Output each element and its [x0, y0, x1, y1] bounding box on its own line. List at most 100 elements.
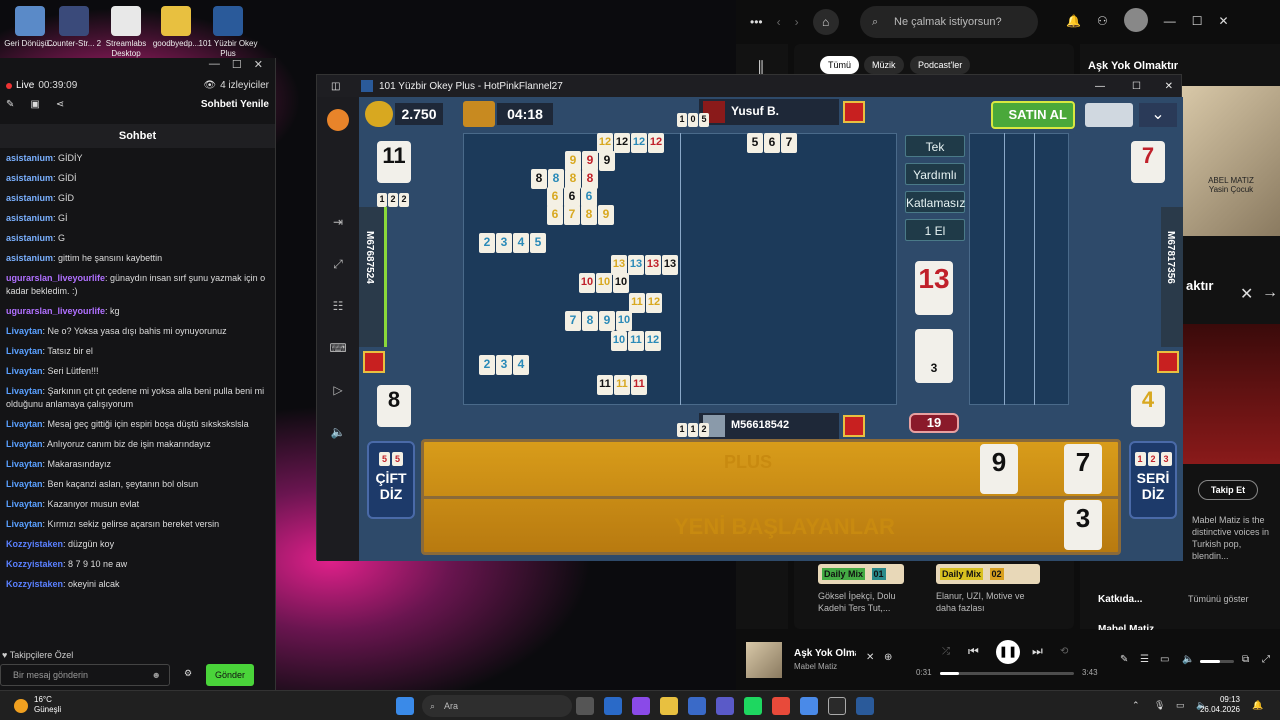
chat-username[interactable]: Livaytan: [6, 326, 43, 336]
home-button[interactable]: ⌂: [812, 9, 839, 35]
fullscreen-icon[interactable]: ⤢: [1262, 654, 1270, 665]
weather-widget[interactable]: 16°C Güneşli: [34, 695, 61, 715]
maximize-icon[interactable]: ☐: [1192, 14, 1203, 32]
desktop-icon[interactable]: goodbyedp...: [146, 6, 206, 49]
chevron-down-icon[interactable]: ⌄: [1139, 103, 1177, 127]
close-icon[interactable]: ✕: [1218, 14, 1228, 32]
desktop-icon[interactable]: 101 Yüzbir Okey Plus: [198, 6, 258, 59]
repeat-icon[interactable]: ⟲: [1060, 646, 1068, 657]
ticket-button[interactable]: [1085, 103, 1133, 127]
close-icon[interactable]: ✕: [866, 652, 874, 663]
show-all-link[interactable]: Tümünü göster: [1188, 594, 1249, 604]
chat-username[interactable]: Livaytan: [6, 499, 43, 509]
track-title[interactable]: Aşk Yok Olmak: [794, 648, 856, 659]
minimize-icon[interactable]: —: [1095, 81, 1105, 92]
chat-username[interactable]: asistanium: [6, 153, 53, 163]
close-icon[interactable]: ✕: [1165, 81, 1173, 92]
maximize-icon[interactable]: ☐: [232, 58, 242, 76]
notification-icon[interactable]: 🔔: [1252, 700, 1263, 711]
sliders-icon[interactable]: ☷: [317, 285, 359, 327]
profile-icon[interactable]: [327, 109, 349, 131]
search-input[interactable]: ⌕ Ne çalmak istiyorsun?: [860, 6, 1038, 38]
clipboard-icon[interactable]: ▣: [30, 99, 39, 110]
device-icon[interactable]: ▭: [1160, 654, 1169, 665]
buy-button[interactable]: SATIN AL: [991, 101, 1075, 129]
maximize-icon[interactable]: ☐: [1132, 81, 1141, 92]
keyboard-icon[interactable]: ⌨: [317, 327, 359, 369]
send-button[interactable]: Gönder: [206, 664, 254, 686]
weather-icon[interactable]: [14, 699, 28, 713]
forward-icon[interactable]: ›: [795, 15, 799, 29]
chat-username[interactable]: Livaytan: [6, 479, 43, 489]
volume-icon[interactable]: 🔈: [1182, 654, 1194, 665]
chat-username[interactable]: asistanium: [6, 253, 53, 263]
taskbar-search[interactable]: ⌕ Ara: [422, 695, 572, 717]
shuffle-icon[interactable]: ⤮: [942, 646, 950, 657]
daily-mix-2[interactable]: Daily Mix 02 Elanur, UZI, Motive ve daha…: [936, 564, 1046, 624]
avatar[interactable]: [1123, 8, 1148, 32]
tab-all[interactable]: Tümü: [820, 56, 860, 74]
miniplayer-icon[interactable]: ⧉: [1242, 654, 1249, 665]
back-icon[interactable]: ‹: [777, 15, 781, 29]
chat-username[interactable]: Kozzyistaken: [6, 579, 63, 589]
lyrics-icon[interactable]: ✎: [1120, 654, 1128, 665]
spotify-icon[interactable]: [744, 697, 762, 715]
chat-username[interactable]: Kozzyistaken: [6, 559, 63, 569]
task-view-icon[interactable]: [576, 697, 594, 715]
settings-icon[interactable]: ⚙: [184, 668, 192, 679]
share-icon[interactable]: ⋖: [56, 99, 64, 110]
chat-username[interactable]: asistanium: [6, 193, 53, 203]
network-icon[interactable]: ▭: [1176, 700, 1185, 711]
tab-podcasts[interactable]: Podcast'ler: [910, 56, 971, 74]
chrome-icon[interactable]: [772, 697, 790, 715]
explorer-icon[interactable]: [660, 697, 678, 715]
chat-username[interactable]: ugurarslan_liveyourlife: [6, 273, 105, 283]
chat-username[interactable]: Livaytan: [6, 439, 43, 449]
app-icon[interactable]: [800, 697, 818, 715]
chat-username[interactable]: ugurarslan_liveyourlife: [6, 306, 105, 316]
streamlabs-icon[interactable]: [828, 697, 846, 715]
gift-icon[interactable]: [363, 351, 385, 373]
chat-username[interactable]: Livaytan: [6, 366, 43, 376]
volume-icon[interactable]: 🔈: [317, 411, 359, 453]
queue-icon[interactable]: ☰: [1140, 654, 1149, 665]
chat-username[interactable]: asistanium: [6, 173, 53, 183]
tab-music[interactable]: Müzik: [864, 56, 904, 74]
sidebar-toggle-icon[interactable]: ◫: [331, 81, 340, 92]
progress-bar[interactable]: [940, 672, 1074, 675]
add-icon[interactable]: ⊕: [884, 652, 892, 663]
close-icon[interactable]: ✕: [1240, 284, 1253, 304]
track-artist[interactable]: Mabel Matiz: [794, 662, 837, 671]
gift-icon[interactable]: [843, 415, 865, 437]
deck-pile[interactable]: 3: [915, 329, 953, 383]
close-icon[interactable]: ✕: [254, 58, 263, 76]
reset-chat-button[interactable]: Sohbeti Yenile: [201, 99, 269, 110]
chat-username[interactable]: Livaytan: [6, 386, 43, 396]
rack-tile[interactable]: 3: [1064, 500, 1102, 550]
more-icon[interactable]: •••: [750, 15, 763, 29]
series-button[interactable]: 123 SERİ DİZ: [1129, 441, 1177, 519]
emoji-icon[interactable]: ☻: [152, 665, 161, 685]
teams-icon[interactable]: [716, 697, 734, 715]
minimize-icon[interactable]: —: [1164, 14, 1176, 32]
expand-icon[interactable]: ⤢: [317, 243, 359, 285]
rack-tile[interactable]: 7: [1064, 444, 1102, 494]
next-icon[interactable]: ⏭: [1032, 644, 1043, 659]
tag-icon[interactable]: ▷: [317, 369, 359, 411]
chat-username[interactable]: Livaytan: [6, 519, 43, 529]
chat-username[interactable]: Livaytan: [6, 346, 43, 356]
windows-start-icon[interactable]: [396, 697, 414, 715]
chat-username[interactable]: Livaytan: [6, 459, 43, 469]
outlook-icon[interactable]: [604, 697, 622, 715]
okey-icon[interactable]: [856, 697, 874, 715]
store-icon[interactable]: [688, 697, 706, 715]
mic-icon[interactable]: 🎙: [1154, 700, 1165, 711]
chat-username[interactable]: Kozzyistaken: [6, 539, 63, 549]
gift-icon[interactable]: [843, 101, 865, 123]
desktop-icon[interactable]: Counter-Str... 2: [44, 6, 104, 49]
daily-mix-1[interactable]: Daily Mix 01 Göksel İpekçi, Dolu Kadehi …: [818, 564, 928, 624]
minimize-icon[interactable]: —: [209, 58, 220, 76]
clock[interactable]: 09:13: [1212, 695, 1240, 705]
chat-username[interactable]: asistanium: [6, 213, 53, 223]
pencil-icon[interactable]: ✎: [6, 99, 14, 110]
